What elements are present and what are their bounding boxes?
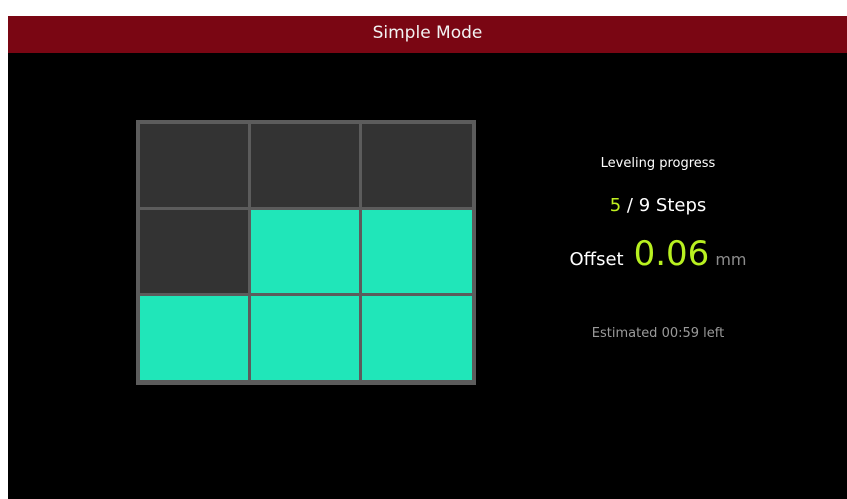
- estimated-time-left: Estimated 00:59 left: [591, 326, 725, 341]
- steps-total: 9: [638, 195, 651, 216]
- steps-counter: 5 / 9 Steps: [528, 195, 788, 216]
- leveling-progress-label: Leveling progress: [600, 156, 716, 171]
- grid-cell-pending: [362, 124, 472, 207]
- grid-cell-pending: [251, 124, 359, 207]
- offset-unit: mm: [715, 250, 747, 269]
- title-bar: Simple Mode: [8, 16, 847, 53]
- grid-cell-done: [251, 296, 359, 380]
- steps-current: 5: [609, 195, 622, 216]
- page-title: Simple Mode: [372, 23, 483, 43]
- leveling-grid: [136, 120, 476, 385]
- offset-label: Offset: [569, 249, 624, 270]
- grid-cell-done: [251, 210, 359, 293]
- grid-cell-done: [362, 296, 472, 380]
- grid-cell-pending: [140, 210, 248, 293]
- leveling-screen: Simple Mode Leveling progress 5 / 9 Step…: [8, 16, 847, 499]
- grid-cell-done: [362, 210, 472, 293]
- offset-readout: Offset 0.06 mm: [528, 234, 788, 284]
- grid-cell-done: [140, 296, 248, 380]
- steps-separator: /: [626, 195, 633, 216]
- steps-unit: Steps: [655, 195, 707, 216]
- offset-value: 0.06: [633, 234, 710, 274]
- grid-cell-pending: [140, 124, 248, 207]
